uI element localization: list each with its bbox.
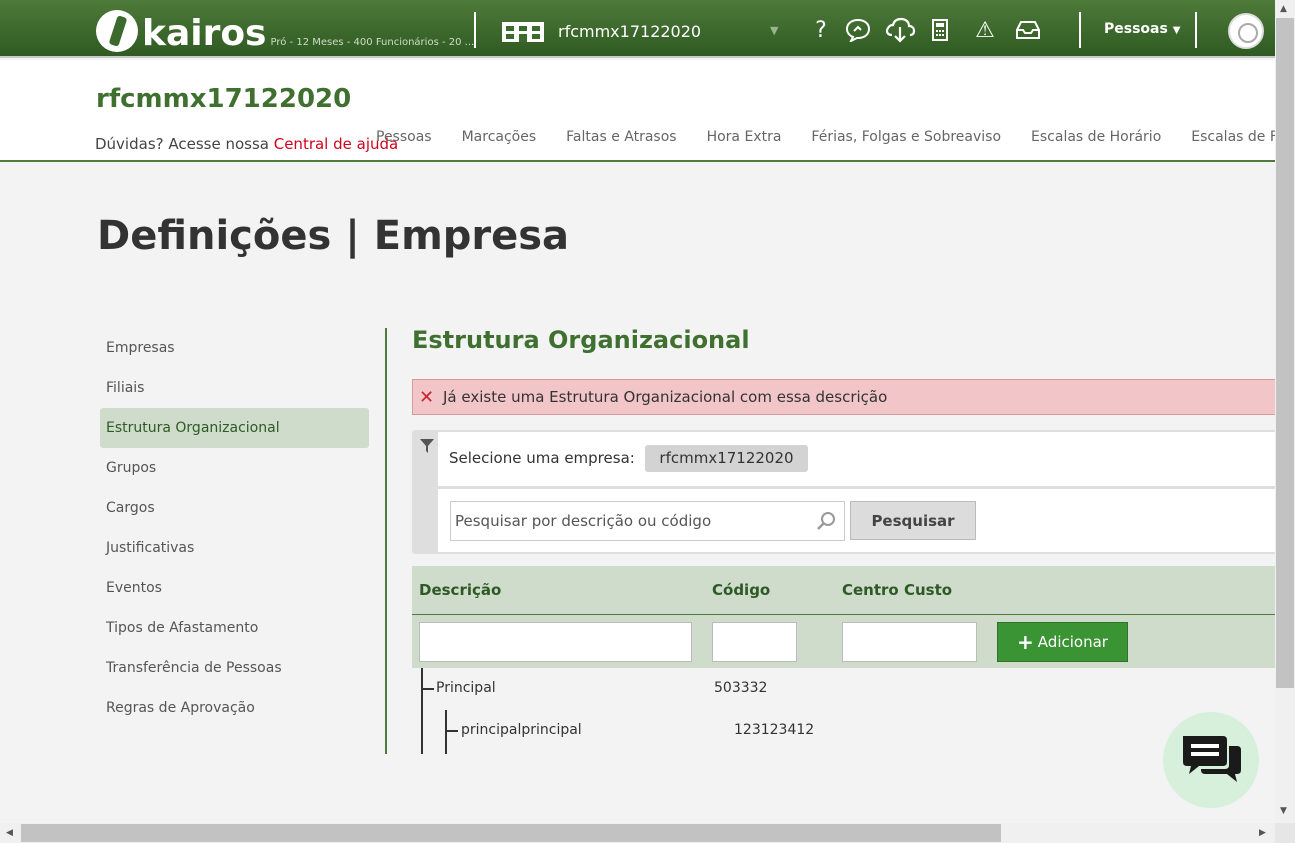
company-title: rfcmmx17122020: [96, 84, 352, 114]
search-icon[interactable]: [816, 511, 836, 531]
divider: [1195, 12, 1197, 48]
tree-connector: [421, 668, 423, 754]
add-button[interactable]: + Adicionar: [997, 622, 1128, 662]
sidebar-divider: [385, 328, 387, 754]
sidebar-item-cargos[interactable]: Cargos: [100, 488, 369, 528]
tree-connector: [421, 688, 434, 690]
sidebar-item-justificativas[interactable]: Justificativas: [100, 528, 369, 568]
main-nav: Pessoas Marcações Faltas e Atrasos Hora …: [376, 129, 1295, 145]
scroll-right-icon[interactable]: ▶: [1259, 828, 1266, 838]
new-centro-custo-input[interactable]: [842, 622, 977, 662]
header-divider: [412, 614, 1282, 615]
nav-escalas-horario[interactable]: Escalas de Horário: [1031, 129, 1161, 145]
chevron-down-icon[interactable]: ▼: [770, 24, 778, 37]
error-alert: ✕ Já existe uma Estrutura Organizacional…: [412, 379, 1282, 415]
settings-sidebar: Empresas Filiais Estrutura Organizaciona…: [100, 328, 369, 728]
company-select[interactable]: rfcmmx17122020: [558, 22, 701, 41]
search-input[interactable]: [450, 501, 845, 541]
vertical-scrollbar-thumb[interactable]: [1276, 18, 1294, 688]
pessoas-menu[interactable]: Pessoas ▼: [1104, 21, 1180, 37]
pessoas-menu-label: Pessoas: [1104, 21, 1168, 37]
chat-bubbles-icon: [1183, 736, 1241, 782]
tree-connector: [445, 730, 458, 732]
nav-marcacoes[interactable]: Marcações: [462, 129, 537, 145]
building-icon: [502, 22, 544, 42]
user-avatar[interactable]: [1228, 13, 1264, 49]
sidebar-item-regras-aprovacao[interactable]: Regras de Aprovação: [100, 688, 369, 728]
filter-icon[interactable]: [420, 438, 434, 454]
scroll-down-icon[interactable]: ▼: [1280, 806, 1287, 816]
sidebar-item-estrutura-organizacional[interactable]: Estrutura Organizacional: [100, 408, 369, 448]
sidebar-item-transferencia-pessoas[interactable]: Transferência de Pessoas: [100, 648, 369, 688]
tree-item-principal[interactable]: Principal: [436, 680, 496, 696]
page-header: rfcmmx17122020 Dúvidas? Acesse nossa Cen…: [0, 60, 1295, 162]
select-company-label: Selecione uma empresa:: [449, 449, 635, 467]
sidebar-item-tipos-afastamento[interactable]: Tipos de Afastamento: [100, 608, 369, 648]
nav-pessoas[interactable]: Pessoas: [376, 129, 432, 145]
tree-item-code: 123123412: [734, 722, 815, 738]
kairos-logo-mark: [96, 10, 138, 52]
plan-subtitle: Pró - 12 Meses - 400 Funcionários - 20 .…: [270, 37, 475, 48]
divider: [1079, 12, 1081, 48]
help-text: Dúvidas? Acesse nossa Central de ajuda: [95, 135, 398, 153]
help-icon[interactable]: ?: [805, 16, 837, 44]
nav-faltas-atrasos[interactable]: Faltas e Atrasos: [566, 129, 676, 145]
new-codigo-input[interactable]: [712, 622, 797, 662]
sidebar-item-filiais[interactable]: Filiais: [100, 368, 369, 408]
new-descricao-input[interactable]: [419, 622, 692, 662]
alert-message: Já existe uma Estrutura Organizacional c…: [443, 388, 888, 406]
sidebar-item-eventos[interactable]: Eventos: [100, 568, 369, 608]
logo-text: kairos: [142, 13, 267, 54]
scroll-up-icon[interactable]: ▲: [1280, 4, 1287, 14]
sidebar-item-empresas[interactable]: Empresas: [100, 328, 369, 368]
sidebar-item-grupos[interactable]: Grupos: [100, 448, 369, 488]
error-close-icon[interactable]: ✕: [419, 387, 437, 408]
top-bar: kairos Pró - 12 Meses - 400 Funcionários…: [0, 0, 1275, 58]
inbox-icon[interactable]: [1012, 16, 1044, 44]
scroll-left-icon[interactable]: ◀: [6, 828, 13, 838]
cloud-download-icon[interactable]: [884, 16, 916, 44]
add-button-label: Adicionar: [1037, 633, 1108, 651]
help-prefix: Dúvidas? Acesse nossa: [95, 135, 274, 153]
divider: [474, 12, 476, 48]
nav-ferias-folgas[interactable]: Férias, Folgas e Sobreaviso: [811, 129, 1001, 145]
tree-item-principalprincipal[interactable]: principalprincipal: [461, 722, 582, 738]
warning-icon[interactable]: ⚠: [969, 16, 1001, 44]
chevron-down-icon: ▼: [1172, 25, 1181, 36]
chat-button[interactable]: [1163, 712, 1259, 808]
column-header-codigo: Código: [712, 581, 771, 599]
tree-connector: [445, 710, 447, 754]
search-button[interactable]: Pesquisar: [850, 501, 976, 540]
tree-item-code: 503332: [714, 680, 768, 696]
selected-company-badge[interactable]: rfcmmx17122020: [645, 445, 808, 472]
column-header-centro-custo: Centro Custo: [842, 581, 953, 599]
nav-hora-extra[interactable]: Hora Extra: [707, 129, 782, 145]
section-title: Estrutura Organizacional: [412, 326, 750, 354]
page-title: Definições | Empresa: [97, 213, 570, 259]
support-chat-icon[interactable]: [842, 16, 874, 44]
column-header-descricao: Descrição: [419, 581, 502, 599]
scrollbar-corner: [1275, 823, 1295, 843]
plus-icon: +: [1017, 630, 1034, 654]
horizontal-scrollbar-thumb[interactable]: [21, 824, 1001, 842]
calculator-icon[interactable]: [924, 16, 956, 44]
kairos-logo[interactable]: kairos Pró - 12 Meses - 400 Funcionários…: [96, 6, 474, 52]
